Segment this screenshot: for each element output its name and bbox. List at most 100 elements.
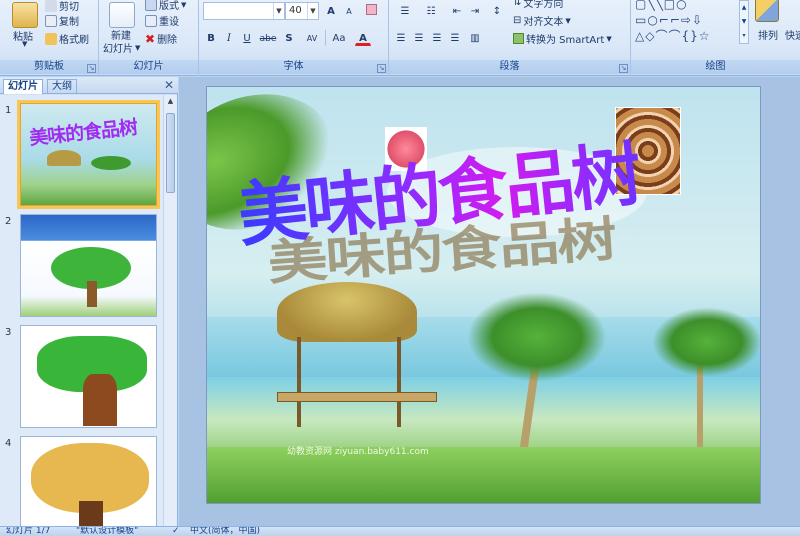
slide-thumbnail-3[interactable] [20, 325, 157, 428]
drawing-group-label: 绘图 [631, 60, 800, 74]
arrange-icon[interactable] [755, 0, 779, 22]
text-direction-icon: ⇅ [513, 0, 522, 8]
delete-button[interactable]: ✖ 删除 [145, 31, 177, 47]
align-left-button[interactable]: ☰ [393, 30, 409, 46]
chevron-down-icon: ▼ [565, 16, 571, 25]
clipboard-group: 粘贴 ▼ 剪切 复制 格式刷 剪贴板 ↘ [0, 0, 99, 76]
chevron-down-icon[interactable]: ▼ [273, 3, 284, 19]
paste-icon[interactable] [12, 2, 38, 28]
palm-fronds-right [652, 307, 760, 377]
grow-font-button[interactable]: A [323, 3, 339, 19]
tab-outline[interactable]: 大纲 [47, 79, 77, 94]
slide-thumbnail-2[interactable] [20, 214, 157, 317]
thumbnail-list: 1 美味的食品树 2 3 4 [0, 95, 164, 526]
scroll-up-icon[interactable]: ▲ [164, 95, 177, 108]
shapes-gallery[interactable]: ▢╲╲□○ ▭○⌐⌐⇨⇩ △◇⌒⌒{}☆ [635, 0, 739, 44]
pane-tabs: 幻灯片 大纲 ✕ [0, 77, 178, 94]
chevron-down-icon: ▼ [181, 0, 187, 9]
clear-format-button[interactable] [363, 3, 379, 19]
paragraph-group: ☰ ☷ ⇤ ⇥ ↕ ⇅ 文字方向 ⊟ 对齐文本 ▼ 转换为 SmartArt ▼… [389, 0, 631, 76]
char-spacing-button[interactable]: AV [301, 30, 323, 46]
strikethrough-button[interactable]: abe [257, 30, 279, 46]
text-direction-button[interactable]: ⇅ 文字方向 [513, 0, 563, 10]
font-group: ▼ 40 ▼ A A B I U abe S AV Aa A 字体 ↘ [199, 0, 389, 76]
ribbon: 粘贴 ▼ 剪切 复制 格式刷 剪贴板 ↘ 新建 幻灯片 ▼ 版式 ▼ 重设 ✖ … [0, 0, 800, 76]
new-slide-dropdown[interactable]: 幻灯片 ▼ [103, 40, 141, 56]
brush-icon [45, 32, 57, 45]
chevron-down-icon: ▼ [135, 43, 141, 52]
copy-icon [45, 14, 57, 27]
drawing-group: ▢╲╲□○ ▭○⌐⌐⇨⇩ △◇⌒⌒{}☆ ▲▼▾ 排列 快速 绘图 [631, 0, 800, 76]
delete-icon: ✖ [145, 31, 156, 46]
chevron-down-icon[interactable]: ▼ [307, 3, 318, 19]
layout-icon [145, 0, 157, 11]
shapes-row: △◇⌒⌒{}☆ [635, 29, 711, 43]
underline-button[interactable]: U [239, 30, 255, 46]
change-case-button[interactable]: Aa [329, 30, 349, 46]
decrease-indent-button[interactable]: ⇤ [449, 3, 465, 19]
thumbnail-number: 1 [5, 105, 12, 116]
align-text-icon: ⊟ [513, 15, 522, 26]
shapes-row: ▢╲╲□○ [635, 0, 688, 11]
cut-button[interactable]: 剪切 [45, 0, 79, 13]
paragraph-dialog-launcher[interactable]: ↘ [619, 64, 628, 73]
convert-smartart-button[interactable]: 转换为 SmartArt ▼ [513, 31, 612, 46]
current-slide[interactable]: 美味的食品树 美味的食品树 幼教资源网 ziyuan.baby611.com [206, 86, 761, 504]
chevron-down-icon: ▼ [606, 34, 612, 43]
align-center-button[interactable]: ☰ [411, 30, 427, 46]
font-color-button[interactable]: A [355, 30, 371, 46]
text-shadow-button[interactable]: S [281, 30, 297, 46]
font-dialog-launcher[interactable]: ↘ [377, 64, 386, 73]
font-family-combo[interactable]: ▼ [203, 2, 285, 20]
font-size-combo[interactable]: 40 ▼ [285, 2, 319, 20]
close-icon[interactable]: ✕ [164, 78, 174, 92]
thumbnail-number: 4 [5, 438, 12, 449]
copy-button[interactable]: 复制 [45, 13, 79, 28]
thumbnail-scrollbar[interactable]: ▲ [163, 95, 177, 526]
tab-slides[interactable]: 幻灯片 [3, 79, 43, 94]
line-spacing-button[interactable]: ↕ [489, 3, 505, 19]
trunk-thumbnail [83, 374, 117, 426]
spellcheck-icon[interactable]: ✓ [172, 527, 180, 536]
paragraph-group-label: 段落 [389, 60, 630, 74]
thumbnail-title: 美味的食品树 [28, 116, 139, 150]
justify-button[interactable]: ☰ [447, 30, 463, 46]
language[interactable]: 中文(简体，中国) [190, 527, 260, 536]
status-bar: 幻灯片 1/7 "默认设计模板" ✓ 中文(简体，中国) [0, 526, 800, 536]
trunk-thumbnail [87, 281, 97, 307]
columns-button[interactable]: ▥ [467, 30, 483, 46]
slide-thumbnail-4[interactable] [20, 436, 157, 526]
bold-button[interactable]: B [203, 30, 219, 46]
slide-count: 幻灯片 1/7 [6, 526, 51, 536]
thumbnail-number: 2 [5, 216, 12, 227]
smartart-icon [513, 33, 524, 44]
paste-dropdown-icon[interactable]: ▼ [22, 40, 27, 48]
reset-button[interactable]: 重设 [145, 13, 179, 28]
font-group-label: 字体 [199, 60, 388, 74]
increase-indent-button[interactable]: ⇥ [467, 3, 483, 19]
clipboard-dialog-launcher[interactable]: ↘ [87, 64, 96, 73]
bench [277, 392, 437, 402]
eraser-icon [365, 4, 377, 15]
thumbnail-number: 3 [5, 327, 12, 338]
align-right-button[interactable]: ☰ [429, 30, 445, 46]
bullets-button[interactable]: ☰ [393, 3, 417, 19]
quick-styles-button[interactable]: 快速 [785, 27, 800, 42]
new-slide-icon[interactable] [109, 2, 135, 28]
shrink-font-button[interactable]: A [341, 3, 357, 19]
trunk-thumbnail [79, 501, 103, 526]
format-painter-button[interactable]: 格式刷 [45, 31, 89, 46]
theme-name[interactable]: "默认设计模板" [76, 527, 138, 536]
arrange-button[interactable]: 排列 [758, 27, 778, 42]
align-text-button[interactable]: ⊟ 对齐文本 ▼ [513, 13, 571, 28]
reset-icon [145, 14, 157, 27]
shapes-row: ▭○⌐⌐⇨⇩ [635, 13, 704, 27]
scrollbar-thumb[interactable] [166, 113, 175, 193]
italic-button[interactable]: I [221, 30, 237, 46]
palm-fronds-right [467, 292, 607, 382]
numbering-button[interactable]: ☷ [419, 3, 443, 19]
layout-button[interactable]: 版式 ▼ [145, 0, 186, 12]
slide-thumbnail-1[interactable]: 美味的食品树 [17, 100, 160, 209]
shapes-scrollbar[interactable]: ▲ ▼ ▾ [739, 0, 749, 44]
slide-canvas: 美味的食品树 美味的食品树 幼教资源网 ziyuan.baby611.com [179, 77, 800, 526]
